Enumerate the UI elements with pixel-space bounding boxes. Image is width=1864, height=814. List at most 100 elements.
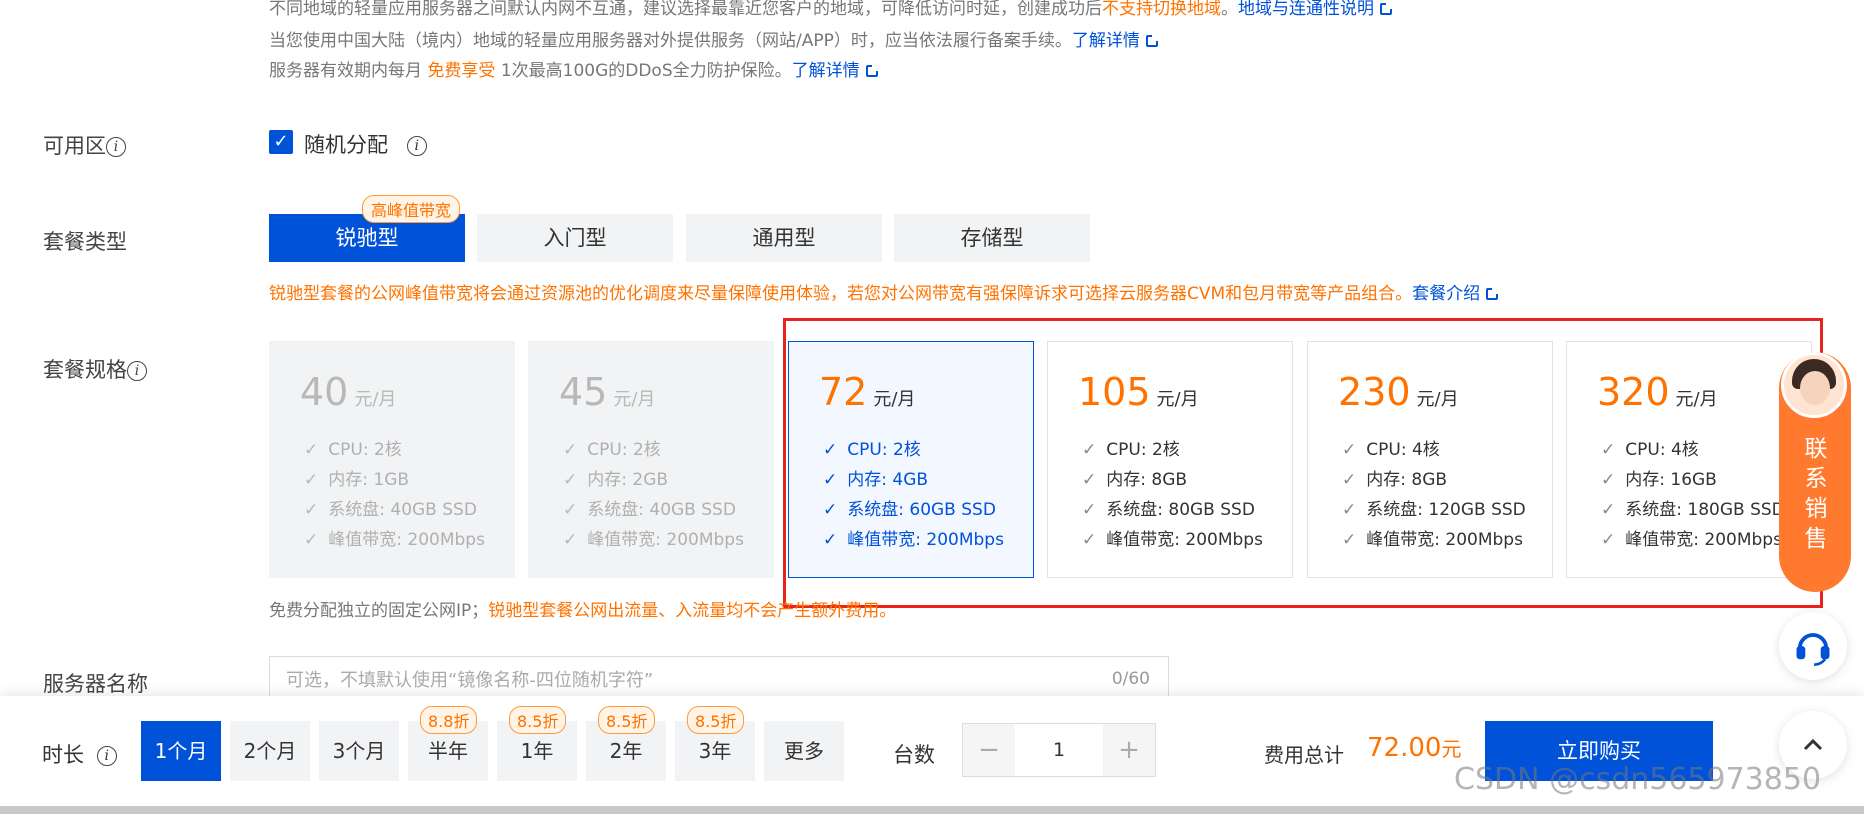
- plan-card-72[interactable]: 72元/月 CPU: 2核内存: 4GB系统盘: 60GB SSD峰值带宽: 20…: [788, 341, 1034, 578]
- plan-price: 45: [559, 370, 608, 414]
- availability-zone-label: 可用区 i: [43, 130, 126, 160]
- plan-price: 72: [819, 370, 868, 414]
- plan-price-unit: 元/月: [873, 389, 916, 410]
- filing-details-link[interactable]: 了解详情: [1072, 31, 1140, 51]
- plan-spec-item: 内存: 8GB: [1082, 465, 1263, 495]
- contact-sales-text: 联系销售: [1804, 436, 1828, 552]
- duration-option[interactable]: 1个月: [141, 721, 221, 781]
- plan-spec-list: CPU: 2核内存: 2GB系统盘: 40GB SSD峰值带宽: 200Mbps: [563, 435, 744, 555]
- plan-spec-item: 峰值带宽: 200Mbps: [823, 525, 1004, 555]
- external-link-icon[interactable]: [1486, 288, 1499, 300]
- total-cost-amount: 72.00: [1367, 733, 1442, 763]
- ddos-notice-suffix: 1次最高100G的DDoS全力防护保险。: [500, 61, 792, 81]
- csdn-watermark: CSDN @csdn565973850: [1454, 762, 1822, 797]
- plan-spec-item: CPU: 4核: [1601, 435, 1785, 465]
- package-type-desc-text: 锐驰型套餐的公网峰值带宽将会通过资源池的优化调度来尽量保障使用体验，若您对公网带…: [269, 284, 1413, 304]
- plan-spec-item: 系统盘: 80GB SSD: [1082, 495, 1263, 525]
- plan-spec-item: 系统盘: 180GB SSD: [1601, 495, 1785, 525]
- discount-badge: 8.8折: [420, 706, 478, 734]
- plan-card-320[interactable]: 320元/月 CPU: 4核内存: 16GB系统盘: 180GB SSD峰值带宽:…: [1566, 341, 1812, 578]
- plan-spec-item: 系统盘: 60GB SSD: [823, 495, 1004, 525]
- tab-entry[interactable]: 入门型: [477, 214, 673, 262]
- plan-spec-list: CPU: 2核内存: 1GB系统盘: 40GB SSD峰值带宽: 200Mbps: [304, 435, 485, 555]
- region-notice-text: 不同地域的轻量应用服务器之间默认内网不互通，建议选择最靠近您客户的地域，可降低访…: [269, 0, 1102, 19]
- headset-button[interactable]: [1779, 612, 1847, 680]
- increment-button[interactable]: +: [1103, 724, 1155, 776]
- discount-badge: 8.5折: [509, 706, 567, 734]
- plan-spec-list: CPU: 4核内存: 16GB系统盘: 180GB SSD峰值带宽: 200Mb…: [1601, 435, 1785, 555]
- plan-price-unit: 元/月: [1416, 389, 1459, 410]
- plan-price-row: 320 元/月: [1597, 370, 1718, 414]
- availability-zone-label-text: 可用区: [43, 134, 106, 158]
- plan-price-unit: 元/月: [1675, 389, 1718, 410]
- plan-spec-item: CPU: 2核: [823, 435, 1004, 465]
- plan-spec-item: CPU: 2核: [563, 435, 744, 465]
- package-type-label: 套餐类型: [43, 230, 127, 254]
- duration-label: 时长 i: [42, 739, 117, 769]
- plan-price: 40: [300, 370, 349, 414]
- tab-storage[interactable]: 存储型: [894, 214, 1090, 262]
- plan-spec-item: 峰值带宽: 200Mbps: [1601, 525, 1785, 555]
- plan-price-row: 40 元/月: [300, 370, 396, 414]
- package-spec-label-text: 套餐规格: [43, 358, 127, 382]
- plan-price-unit: 元/月: [613, 389, 656, 410]
- server-name-label: 服务器名称: [43, 672, 148, 696]
- ddos-details-link[interactable]: 了解详情: [792, 61, 860, 81]
- info-icon[interactable]: i: [406, 136, 427, 156]
- filing-notice: 当您使用中国大陆（境内）地域的轻量应用服务器对外提供服务（网站/APP）时，应当…: [269, 26, 1158, 51]
- random-zone-checkbox[interactable]: ✓: [269, 130, 293, 154]
- contact-sales-widget[interactable]: 联系销售: [1779, 352, 1851, 592]
- ip-note: 免费分配独立的固定公网IP；锐驰型套餐公网出流量、入流量均不会产生额外费用。: [269, 596, 896, 621]
- plan-spec-item: 内存: 16GB: [1601, 465, 1785, 495]
- ddos-notice: 服务器有效期内每月 免费享受 1次最高100G的DDoS全力防护保险。了解详情: [269, 56, 878, 81]
- duration-option[interactable]: 2个月: [230, 721, 310, 781]
- ip-note-traffic: 锐驰型套餐公网出流量、入流量均不会产生额外费用。: [488, 601, 897, 621]
- discount-badge: 8.5折: [687, 706, 745, 734]
- plan-card-40: 40元/月 CPU: 2核内存: 1GB系统盘: 40GB SSD峰值带宽: 20…: [269, 341, 515, 578]
- plan-price-row: 72 元/月: [819, 370, 915, 414]
- quantity-label: 台数: [893, 743, 935, 767]
- plan-spec-item: 峰值带宽: 200Mbps: [1342, 525, 1526, 555]
- plan-price-unit: 元/月: [354, 389, 397, 410]
- filing-notice-text: 当您使用中国大陆（境内）地域的轻量应用服务器对外提供服务（网站/APP）时，应当…: [269, 31, 1072, 51]
- plan-spec-item: 内存: 4GB: [823, 465, 1004, 495]
- plan-card-230[interactable]: 230元/月 CPU: 4核内存: 8GB系统盘: 120GB SSD峰值带宽: …: [1307, 341, 1553, 578]
- duration-label-text: 时长: [42, 743, 84, 767]
- headset-icon: [1796, 633, 1830, 667]
- plan-price-row: 230 元/月: [1338, 370, 1459, 414]
- ddos-free-label: 免费享受: [427, 61, 496, 81]
- total-cost-unit: 元: [1441, 737, 1462, 761]
- plan-price-row: 45 元/月: [559, 370, 655, 414]
- ddos-notice-prefix: 服务器有效期内每月: [269, 61, 422, 81]
- plan-spec-item: CPU: 4核: [1342, 435, 1526, 465]
- package-spec-label: 套餐规格 i: [43, 354, 147, 384]
- quantity-value[interactable]: 1: [1015, 724, 1103, 776]
- duration-option[interactable]: 3个月: [319, 721, 399, 781]
- server-name-counter: 0/60: [1111, 669, 1150, 689]
- info-icon[interactable]: i: [106, 137, 126, 157]
- plan-spec-item: 内存: 1GB: [304, 465, 485, 495]
- decrement-button[interactable]: −: [963, 724, 1015, 776]
- plan-card-105[interactable]: 105元/月 CPU: 2核内存: 8GB系统盘: 80GB SSD峰值带宽: 2…: [1047, 341, 1293, 578]
- ip-note-text: 免费分配独立的固定公网IP；: [269, 601, 489, 621]
- plan-spec-item: CPU: 2核: [1082, 435, 1263, 465]
- plan-spec-item: CPU: 2核: [304, 435, 485, 465]
- external-link-icon[interactable]: [1145, 35, 1158, 47]
- region-connectivity-link[interactable]: 地域与连通性说明: [1238, 0, 1374, 19]
- external-link-icon[interactable]: [1380, 3, 1392, 15]
- discount-badge: 8.5折: [598, 706, 656, 734]
- package-intro-link[interactable]: 套餐介绍: [1412, 284, 1480, 304]
- horizontal-scrollbar[interactable]: [0, 806, 1864, 814]
- tab-general[interactable]: 通用型: [686, 214, 882, 262]
- random-zone-label[interactable]: 随机分配 i: [304, 129, 427, 159]
- info-icon[interactable]: i: [127, 361, 147, 381]
- external-link-icon[interactable]: [865, 65, 878, 77]
- info-icon[interactable]: i: [96, 746, 117, 766]
- duration-option[interactable]: 更多: [764, 721, 844, 781]
- quantity-stepper[interactable]: − 1 +: [962, 723, 1156, 777]
- random-zone-label-text: 随机分配: [304, 133, 388, 157]
- plan-price: 320: [1597, 370, 1670, 414]
- plan-spec-item: 内存: 2GB: [563, 465, 744, 495]
- region-notice: 不同地域的轻量应用服务器之间默认内网不互通，建议选择最靠近您客户的地域，可降低访…: [269, 0, 1392, 19]
- total-cost: 72.00元: [1367, 733, 1461, 763]
